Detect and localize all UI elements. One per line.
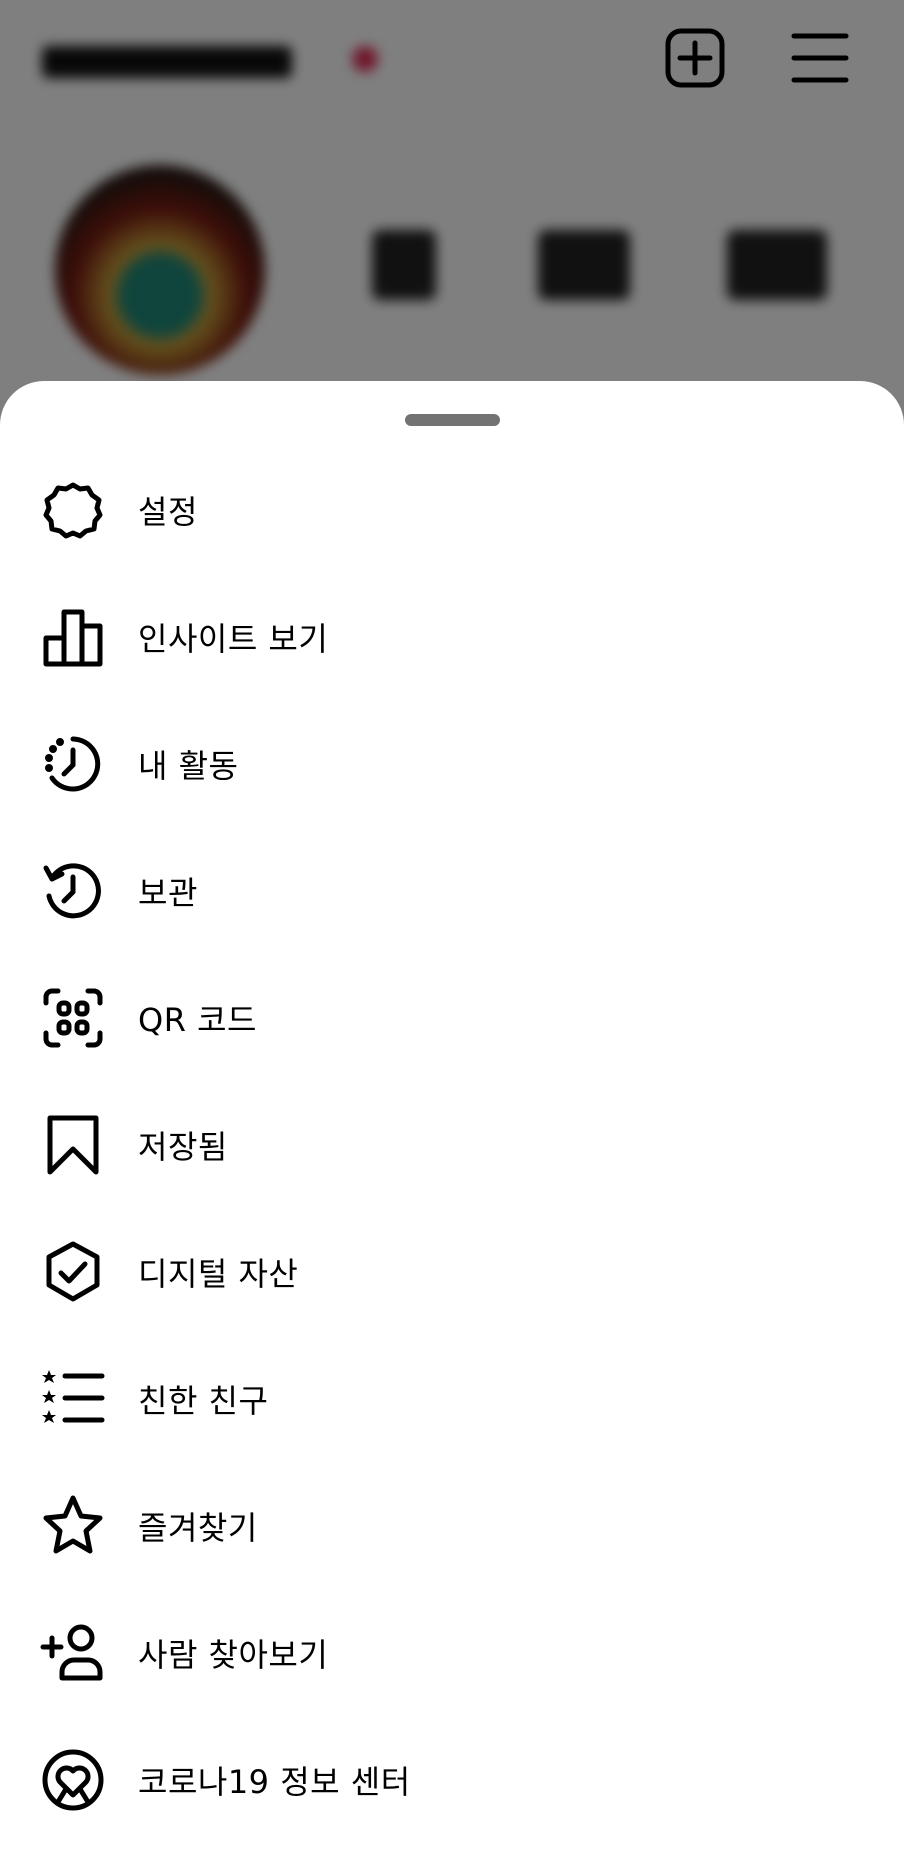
menu-item-settings[interactable]: 설정 xyxy=(0,446,904,573)
activity-clock-icon xyxy=(40,731,106,797)
screen: 설정 인사이트 보기 내 활동 보관 QR 코드 저장됨 디지털 자산 친한 친… xyxy=(0,0,904,1854)
covid-heart-icon xyxy=(40,1747,106,1813)
menu-label: 즐겨찾기 xyxy=(138,1508,258,1547)
menu-item-your-activity[interactable]: 내 활동 xyxy=(0,700,904,827)
menu-item-discover-people[interactable]: 사람 찾아보기 xyxy=(0,1589,904,1716)
close-friends-list-icon xyxy=(40,1366,106,1432)
gear-icon xyxy=(40,477,106,543)
verified-hexagon-icon xyxy=(40,1239,106,1305)
bar-chart-icon xyxy=(40,604,106,670)
menu-label: 보관 xyxy=(138,873,198,912)
qr-code-icon xyxy=(40,985,106,1051)
menu-label: 친한 친구 xyxy=(138,1381,269,1420)
menu-label: 내 활동 xyxy=(138,746,239,785)
menu-label: 사람 찾아보기 xyxy=(138,1635,329,1674)
menu-list: 설정 인사이트 보기 내 활동 보관 QR 코드 저장됨 디지털 자산 친한 친… xyxy=(0,446,904,1843)
menu-label: 저장됨 xyxy=(138,1127,228,1166)
menu-item-archive[interactable]: 보관 xyxy=(0,827,904,954)
menu-label: 디지털 자산 xyxy=(138,1254,299,1293)
menu-label: QR 코드 xyxy=(138,1000,257,1039)
menu-item-insights[interactable]: 인사이트 보기 xyxy=(0,573,904,700)
drag-handle[interactable] xyxy=(405,414,500,426)
bookmark-icon xyxy=(40,1112,106,1178)
add-person-icon xyxy=(40,1620,106,1686)
profile-menu-sheet: 설정 인사이트 보기 내 활동 보관 QR 코드 저장됨 디지털 자산 친한 친… xyxy=(0,381,904,1854)
star-icon xyxy=(40,1493,106,1559)
menu-item-favorites[interactable]: 즐겨찾기 xyxy=(0,1462,904,1589)
menu-item-qr-code[interactable]: QR 코드 xyxy=(0,954,904,1081)
menu-label: 코로나19 정보 센터 xyxy=(138,1762,411,1801)
menu-item-saved[interactable]: 저장됨 xyxy=(0,1081,904,1208)
menu-item-covid-info-center[interactable]: 코로나19 정보 센터 xyxy=(0,1716,904,1843)
menu-item-close-friends[interactable]: 친한 친구 xyxy=(0,1335,904,1462)
menu-label: 인사이트 보기 xyxy=(138,619,329,658)
archive-history-icon xyxy=(40,858,106,924)
menu-label: 설정 xyxy=(138,492,198,531)
menu-item-digital-collectibles[interactable]: 디지털 자산 xyxy=(0,1208,904,1335)
